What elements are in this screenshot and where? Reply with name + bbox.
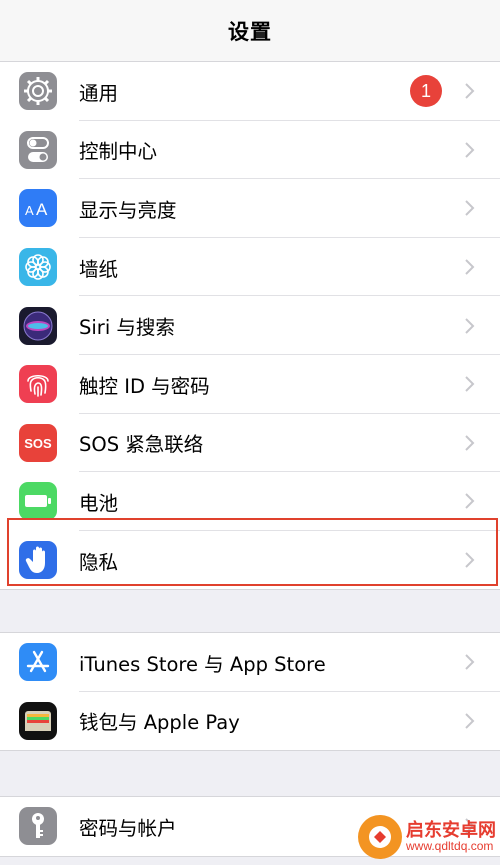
flower-icon — [19, 248, 57, 287]
notification-badge: 1 — [410, 75, 442, 108]
app-store-icon — [19, 643, 57, 682]
fingerprint-icon — [19, 365, 57, 404]
chevron-right-icon — [465, 654, 475, 671]
svg-text:A: A — [25, 203, 34, 218]
chevron-right-icon — [465, 259, 475, 275]
settings-row-general[interactable]: 通用 1 — [0, 62, 500, 121]
settings-row-label: 显示与亮度 — [79, 198, 177, 222]
settings-row-label: Siri 与搜索 — [79, 316, 175, 340]
settings-row-siri[interactable]: Siri 与搜索 — [0, 296, 500, 355]
chevron-right-icon — [465, 713, 475, 729]
chevron-right-icon — [465, 200, 475, 217]
settings-row-label: 隐私 — [79, 550, 119, 574]
chevron-right-icon — [465, 83, 475, 100]
key-icon — [19, 807, 57, 846]
settings-row-label: iTunes Store 与 App Store — [79, 652, 326, 676]
settings-row-wallet[interactable]: 钱包与 Apple Pay — [0, 692, 500, 751]
chevron-right-icon — [465, 142, 475, 158]
chevron-right-icon — [465, 552, 475, 568]
chevron-right-icon — [465, 376, 475, 392]
settings-row-display[interactable]: A A 显示与亮度 — [0, 179, 500, 238]
settings-row-wallpaper[interactable]: 墙纸 — [0, 238, 500, 297]
sos-icon: SOS — [19, 423, 57, 462]
chevron-right-icon — [465, 435, 475, 451]
settings-row-label: 触控 ID 与密码 — [79, 374, 210, 398]
settings-row-privacy[interactable]: 隐私 — [0, 531, 500, 590]
settings-row-label: 控制中心 — [79, 140, 158, 164]
watermark-logo-icon — [358, 815, 402, 859]
settings-group-store: iTunes Store 与 App Store 钱包与 Apple Pay — [0, 632, 500, 752]
page-title: 设置 — [228, 20, 272, 44]
hand-icon — [19, 541, 57, 580]
settings-row-label: 通用 — [79, 81, 119, 105]
settings-row-battery[interactable]: 电池 — [0, 472, 500, 531]
battery-icon — [19, 482, 57, 521]
settings-row-touch-id[interactable]: 触控 ID 与密码 — [0, 355, 500, 414]
settings-row-sos[interactable]: SOS SOS 紧急联络 — [0, 414, 500, 473]
settings-row-label: SOS 紧急联络 — [79, 433, 204, 457]
siri-icon — [19, 306, 57, 345]
settings-row-label: 密码与帐户 — [79, 816, 177, 840]
watermark-name: 启东安卓网 — [406, 819, 496, 841]
svg-text:SOS: SOS — [24, 436, 52, 451]
watermark-url: www.qdltdq.com — [406, 839, 494, 854]
nav-bar: 设置 — [0, 0, 500, 62]
settings-row-label: 墙纸 — [79, 257, 119, 281]
text-size-icon: A A — [19, 189, 57, 228]
gear-icon — [19, 72, 57, 111]
settings-group-main: 通用 1 控制中心 A A 显示与亮度 墙纸 Siri 与搜索 触控 ID 与密… — [0, 61, 500, 591]
settings-row-itunes-app-store[interactable]: iTunes Store 与 App Store — [0, 633, 500, 692]
toggles-icon — [19, 130, 57, 169]
svg-text:A: A — [36, 200, 48, 218]
settings-row-label: 电池 — [79, 491, 119, 515]
chevron-right-icon — [465, 317, 475, 334]
watermark: 启东安卓网 www.qdltdq.com — [358, 815, 496, 859]
settings-row-control-center[interactable]: 控制中心 — [0, 121, 500, 180]
chevron-right-icon — [465, 493, 475, 510]
wallet-icon — [19, 701, 57, 740]
settings-row-label: 钱包与 Apple Pay — [79, 711, 240, 735]
